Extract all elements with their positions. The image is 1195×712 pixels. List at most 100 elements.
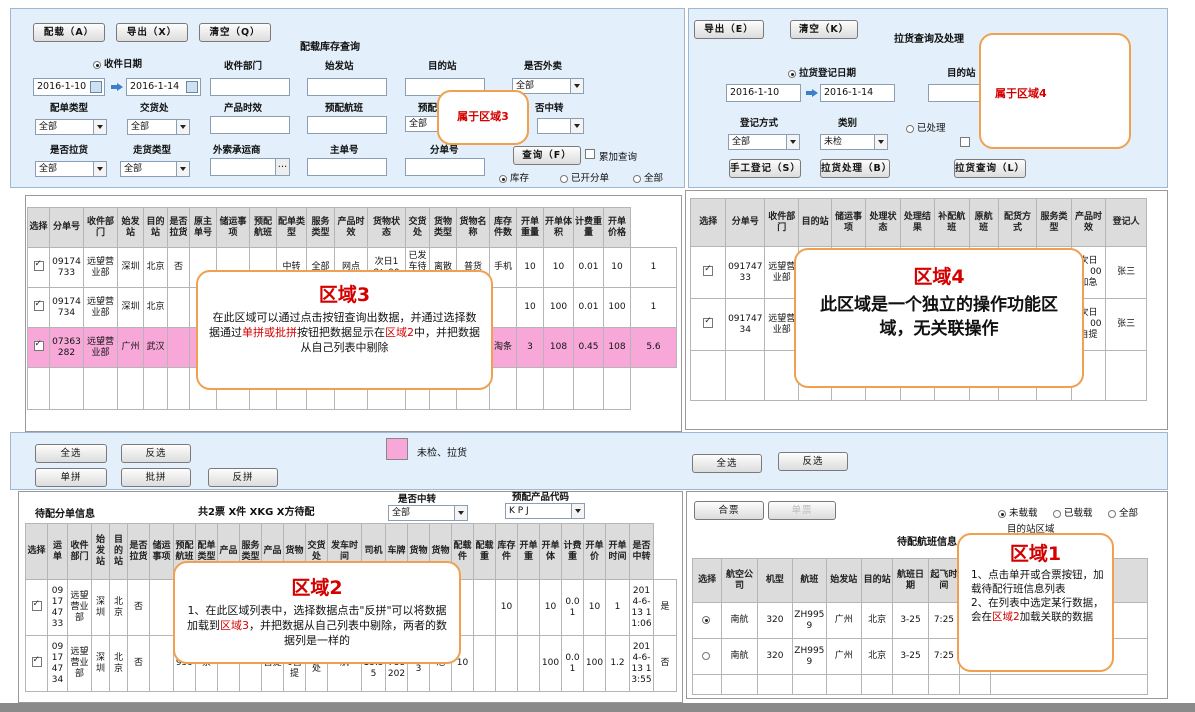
area2-product-select[interactable]: K P J (505, 503, 585, 519)
radio-opened[interactable]: 已开分单 (560, 170, 609, 184)
table-cell: 南航 (721, 638, 758, 675)
date-from-field[interactable]: 2016-1-10 (33, 78, 105, 96)
processed-radio[interactable]: 已处理 (906, 120, 946, 134)
select-cell[interactable] (689, 298, 727, 351)
select-cell[interactable] (25, 579, 48, 636)
area1-title: 待配航班信息 (897, 537, 957, 548)
checkbox-icon[interactable] (33, 259, 44, 271)
area1-text-b-wrap: 2、在列表中选定某行数据，会在区域2加载关联的数据 (971, 596, 1104, 624)
manual-register-button[interactable]: 手工登记（S） (729, 159, 801, 178)
product-time-input[interactable] (210, 116, 290, 134)
radio-icon (633, 174, 641, 183)
pull-date-to[interactable]: 2016-1-14 (820, 84, 895, 102)
area1-text-c: 加载关联的数据 (1019, 611, 1094, 623)
extra-checkbox[interactable] (960, 137, 970, 147)
area4-select-all-button[interactable]: 全选 (692, 454, 762, 473)
outsource-input[interactable]: … (210, 158, 290, 176)
table-cell (167, 367, 190, 410)
radio-icon[interactable] (701, 651, 710, 660)
clear-button[interactable]: 清空（Q） (199, 23, 271, 42)
select-cell[interactable] (25, 635, 48, 692)
radio-all[interactable]: 全部 (633, 170, 663, 184)
stowage-button[interactable]: 配载（A） (33, 23, 105, 42)
table-cell (792, 674, 827, 695)
radio-not-loaded[interactable]: 未载载 (998, 505, 1038, 519)
is-pull-select[interactable]: 全部 (35, 161, 107, 177)
pull-dest-input[interactable] (928, 84, 983, 102)
area2-product-label: 预配产品代码 (512, 492, 570, 503)
recv-dept-input[interactable] (210, 78, 290, 96)
batch-merge-button[interactable]: 批拼 (121, 468, 191, 487)
bill-type-select[interactable]: 全部 (35, 119, 107, 135)
select-cell[interactable] (691, 602, 723, 639)
table-cell: 10 (539, 579, 562, 636)
single-ticket-button[interactable]: 单票 (768, 501, 836, 520)
table-cell: 1 (605, 579, 630, 636)
pull-date-radio[interactable]: 拉货登记日期 (788, 65, 856, 79)
recv-dept-label: 收件部门 (224, 61, 263, 72)
category-select[interactable]: 未检 (820, 134, 888, 150)
radio-opened-label: 已开分单 (571, 173, 610, 184)
radio-inventory[interactable]: 库存 (499, 170, 529, 184)
table-cell (721, 674, 758, 695)
table-cell: 0.45 (573, 327, 604, 368)
calendar-icon[interactable] (186, 81, 198, 93)
table-cell: 0.01 (573, 247, 604, 288)
table-cell: 100 (543, 287, 574, 328)
table-cell: 2014-6-13 13:55 (629, 635, 654, 692)
radio-loaded[interactable]: 已载载 (1053, 505, 1093, 519)
select-cell[interactable] (27, 247, 50, 288)
single-merge-button[interactable]: 单拼 (35, 468, 107, 487)
checkbox-icon[interactable] (33, 299, 44, 311)
column-header: 收件部门 (83, 207, 118, 248)
date-to-field[interactable]: 2016-1-14 (126, 78, 201, 96)
query-button[interactable]: 查询（F） (513, 146, 581, 165)
export-e-button[interactable]: 导出（E） (694, 20, 764, 39)
column-header: 始发站 (91, 523, 110, 580)
pre-flight-input[interactable] (307, 116, 387, 134)
calendar-icon[interactable] (90, 81, 102, 93)
clear-k-button[interactable]: 清空（K） (790, 20, 858, 39)
area4-invert-button[interactable]: 反选 (778, 452, 848, 471)
merge-ticket-button[interactable]: 合票 (694, 501, 764, 520)
handover-select[interactable]: 全部 (127, 119, 190, 135)
radio-icon[interactable] (701, 615, 710, 624)
checkbox-icon[interactable] (703, 264, 714, 276)
reverse-merge-button[interactable]: 反拼 (208, 468, 278, 487)
pull-query-button[interactable]: 拉货查询（L） (954, 159, 1026, 178)
column-header: 计费重量 (573, 207, 604, 248)
pull-process-button[interactable]: 拉货处理（B） (820, 159, 891, 178)
checkbox-icon[interactable] (31, 599, 42, 611)
pickup-type-select[interactable]: 全部 (120, 161, 190, 177)
transfer-select[interactable] (537, 118, 584, 134)
area2-transfer-select[interactable]: 全部 (388, 505, 468, 521)
belongs-area4-text: 属于区域4 (995, 87, 1047, 100)
receive-date-radio[interactable]: 收件日期 (93, 56, 142, 70)
master-bill-input[interactable] (307, 158, 387, 176)
accumulate-checkbox[interactable] (585, 149, 595, 159)
checkbox-icon[interactable] (33, 339, 44, 351)
table-cell (83, 367, 118, 410)
checkbox-icon[interactable] (31, 655, 42, 667)
table-cell (516, 367, 544, 410)
radio-all-loaded[interactable]: 全部 (1108, 505, 1138, 519)
invert-select-button[interactable]: 反选 (121, 444, 191, 463)
checkbox-icon[interactable] (703, 316, 714, 328)
origin-input[interactable] (307, 78, 387, 96)
select-cell[interactable] (691, 638, 723, 675)
select-all-button[interactable]: 全选 (35, 444, 107, 463)
pull-date-from[interactable]: 2016-1-10 (726, 84, 801, 102)
table-cell: 10 (603, 247, 631, 288)
export-button[interactable]: 导出（X） (116, 23, 188, 42)
column-header: 收件部门 (67, 523, 92, 580)
ellipsis-icon[interactable]: … (275, 159, 289, 175)
sub-bill-input[interactable] (405, 158, 485, 176)
table-cell: 南航 (721, 602, 758, 639)
select-cell[interactable] (27, 327, 50, 368)
select-cell[interactable] (27, 287, 50, 328)
category-value: 未检 (824, 137, 843, 147)
select-cell[interactable] (689, 246, 727, 299)
table-cell: 1 (630, 247, 677, 288)
reg-method-select[interactable]: 全部 (728, 134, 800, 150)
radio-inventory-label: 库存 (510, 173, 530, 184)
